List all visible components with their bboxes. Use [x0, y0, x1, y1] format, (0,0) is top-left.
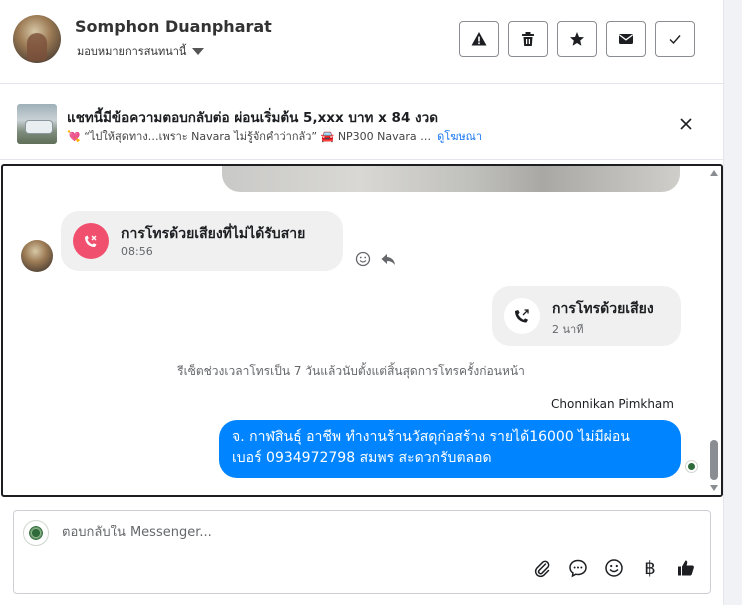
- reply-icon[interactable]: [380, 251, 396, 267]
- view-ad-link[interactable]: ดูโฆษณา: [437, 127, 482, 145]
- outgoing-text-message[interactable]: จ. กาฬสินธุ์ อาชีพ ทำงานร้านวัสดุก่อสร้า…: [219, 420, 681, 478]
- sender-name: Chonnikan Pimkham: [551, 397, 674, 411]
- delete-button[interactable]: [508, 21, 548, 57]
- missed-call-title: การโทรด้วยเสียงที่ไม่ได้รับสาย: [121, 226, 306, 242]
- emoji-icon[interactable]: [603, 557, 625, 579]
- voice-call-title: การโทรด้วยเสียง: [552, 301, 654, 317]
- missed-call-time: 08:56: [121, 245, 153, 258]
- assign-label: มอบหมายการสนทนานี้: [77, 45, 187, 58]
- like-icon[interactable]: [675, 557, 697, 579]
- reply-input[interactable]: [62, 525, 662, 540]
- check-icon: [669, 35, 681, 45]
- messenger-panel: Somphon Duanpharat มอบหมายการสนทนานี้ แช…: [0, 0, 724, 605]
- composer-toolbar: ฿: [531, 557, 697, 579]
- side-panel-edge: [724, 0, 742, 605]
- message-line-1: จ. กาฬสินธุ์ อาชีพ ทำงานร้านวัสดุก่อสร้า…: [232, 429, 630, 445]
- contact-name[interactable]: Somphon Duanpharat: [75, 17, 272, 36]
- message-thread[interactable]: การโทรด้วยเสียงที่ไม่ได้รับสาย 08:56 การ…: [1, 164, 723, 497]
- mark-unread-button[interactable]: [606, 21, 646, 57]
- star-icon: [570, 32, 584, 46]
- ad-title: แชทนี้มีข้อความตอบกลับต่อ ผ่อนเริ่มต้น 5…: [67, 110, 438, 126]
- message-line-2: เบอร์ 0934972798 สมพร สะดวกรับตลอด: [232, 450, 492, 466]
- reply-composer: ฿: [13, 510, 711, 594]
- scroll-down-arrow-icon[interactable]: [710, 485, 718, 491]
- image-message[interactable]: [222, 166, 680, 192]
- contact-avatar[interactable]: [13, 15, 61, 63]
- outgoing-call-icon: [504, 298, 540, 334]
- voice-call-duration: 2 นาที: [552, 323, 584, 336]
- scrollbar-thumb[interactable]: [710, 440, 718, 480]
- attachment-icon[interactable]: [531, 557, 553, 579]
- contact-avatar-small[interactable]: [21, 240, 53, 272]
- warning-icon: [471, 32, 487, 46]
- react-icon[interactable]: [355, 251, 371, 267]
- scroll-up-arrow-icon[interactable]: [710, 170, 718, 176]
- system-note: รีเซ็ตช่วงเวลาโทรเป็น 7 วันแล้วนับตั้งแต…: [177, 364, 525, 378]
- header-actions: [459, 21, 695, 57]
- close-banner-button[interactable]: [676, 114, 696, 134]
- ad-subtitle: 💘 “ไปให้สุดทาง…เพราะ Navara ไม่รู้จักคำว…: [67, 130, 432, 143]
- missed-call-bubble[interactable]: การโทรด้วยเสียงที่ไม่ได้รับสาย 08:56: [61, 211, 343, 271]
- trash-icon: [522, 32, 534, 46]
- scrollbar[interactable]: [707, 166, 721, 495]
- read-receipt-avatar: [685, 460, 698, 473]
- ad-subtitle-row: 💘 “ไปให้สุดทาง…เพราะ Navara ไม่รู้จักคำว…: [67, 127, 482, 145]
- saved-replies-icon[interactable]: [567, 557, 589, 579]
- missed-call-icon: [73, 223, 109, 259]
- assign-conversation-dropdown[interactable]: มอบหมายการสนทนานี้: [77, 42, 205, 60]
- mail-icon: [619, 34, 633, 44]
- close-icon: [680, 118, 692, 130]
- caret-down-icon: [192, 47, 205, 55]
- voice-call-bubble[interactable]: การโทรด้วยเสียง 2 นาที: [492, 286, 681, 346]
- payment-baht-icon[interactable]: ฿: [639, 557, 661, 579]
- conversation-header: Somphon Duanpharat มอบหมายการสนทนานี้: [0, 0, 724, 84]
- star-button[interactable]: [557, 21, 597, 57]
- page-avatar: [23, 520, 49, 546]
- mark-done-button[interactable]: [655, 21, 695, 57]
- ad-thumbnail[interactable]: [17, 104, 57, 144]
- report-button[interactable]: [459, 21, 499, 57]
